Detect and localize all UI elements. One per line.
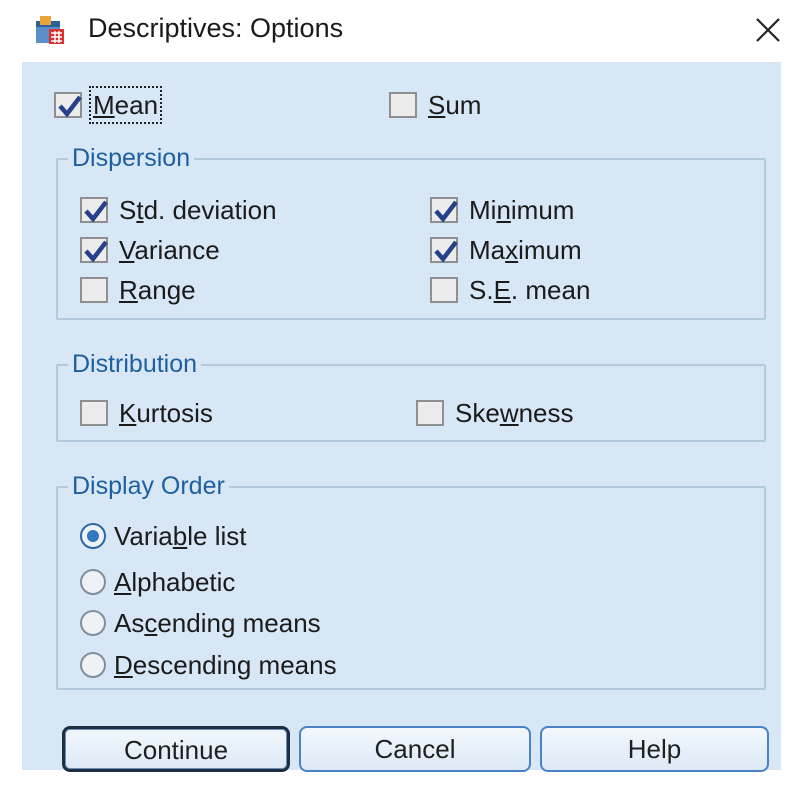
sum-label: Sum: [428, 90, 482, 120]
variance-checkbox[interactable]: Variance: [80, 235, 220, 265]
skewness-checkbox[interactable]: Skewness: [416, 398, 574, 428]
checkmark-icon: [434, 240, 458, 263]
radio-button-icon[interactable]: [80, 610, 106, 636]
help-button[interactable]: Help: [540, 726, 769, 772]
std-deviation-label: Std. deviation: [119, 195, 277, 225]
checkmark-icon: [58, 95, 82, 118]
checkmark-icon: [434, 200, 458, 223]
minimum-checkbox[interactable]: Minimum: [430, 195, 574, 225]
sum-checkbox[interactable]: Sum: [389, 90, 481, 120]
display-order-legend: Display Order: [68, 469, 229, 503]
spss-table-icon: [36, 16, 64, 44]
minimum-checkbox-box[interactable]: [430, 197, 458, 223]
se-mean-checkbox-box[interactable]: [430, 277, 458, 303]
descending-means-label: Descending means: [114, 650, 337, 680]
ascending-means-label: Ascending means: [114, 608, 321, 638]
radio-button-icon[interactable]: [80, 652, 106, 678]
dispersion-group: Dispersion Std. deviation Minimum Varian…: [56, 141, 766, 320]
continue-button[interactable]: Continue: [62, 726, 290, 772]
sum-checkbox-box[interactable]: [389, 92, 417, 118]
distribution-group: Distribution Kurtosis Skewness: [56, 347, 766, 442]
cancel-button[interactable]: Cancel: [299, 726, 531, 772]
kurtosis-checkbox[interactable]: Kurtosis: [80, 398, 213, 428]
variance-label: Variance: [119, 235, 220, 265]
variable-list-label: Variable list: [114, 521, 247, 551]
range-checkbox[interactable]: Range: [80, 275, 196, 305]
std-deviation-checkbox[interactable]: Std. deviation: [80, 195, 277, 225]
range-checkbox-box[interactable]: [80, 277, 108, 303]
window-title: Descriptives: Options: [88, 13, 344, 43]
kurtosis-checkbox-box[interactable]: [80, 400, 108, 426]
mean-checkbox-box[interactable]: [54, 92, 82, 118]
distribution-legend: Distribution: [68, 347, 202, 381]
skewness-label: Skewness: [455, 398, 574, 428]
ascending-means-radio[interactable]: Ascending means: [80, 608, 321, 638]
mean-checkbox[interactable]: Mean: [54, 86, 163, 124]
maximum-checkbox-box[interactable]: [430, 237, 458, 263]
maximum-label: Maximum: [469, 235, 582, 265]
dialog-client-area: Mean Sum Dispersion Std. deviation Minim…: [22, 62, 781, 772]
alphabetic-label: Alphabetic: [114, 567, 236, 597]
close-icon[interactable]: [752, 14, 784, 46]
variable-list-radio[interactable]: Variable list: [80, 521, 247, 551]
minimum-label: Minimum: [469, 195, 575, 225]
std-deviation-checkbox-box[interactable]: [80, 197, 108, 223]
descending-means-radio[interactable]: Descending means: [80, 650, 337, 680]
checkmark-icon: [84, 200, 108, 223]
radio-button-icon[interactable]: [80, 569, 106, 595]
display-order-group: Display Order Variable list Alphabetic A…: [56, 469, 766, 690]
radio-button-icon[interactable]: [80, 523, 106, 549]
se-mean-checkbox[interactable]: S.E. mean: [430, 275, 590, 305]
alphabetic-radio[interactable]: Alphabetic: [80, 567, 235, 597]
kurtosis-label: Kurtosis: [119, 398, 213, 428]
dispersion-legend: Dispersion: [68, 141, 195, 175]
maximum-checkbox[interactable]: Maximum: [430, 235, 582, 265]
se-mean-label: S.E. mean: [469, 275, 591, 305]
checkmark-icon: [84, 240, 108, 263]
title-bar: Descriptives: Options: [0, 0, 803, 58]
range-label: Range: [119, 275, 196, 305]
mean-label: Mean: [88, 86, 163, 124]
skewness-checkbox-box[interactable]: [416, 400, 444, 426]
variance-checkbox-box[interactable]: [80, 237, 108, 263]
